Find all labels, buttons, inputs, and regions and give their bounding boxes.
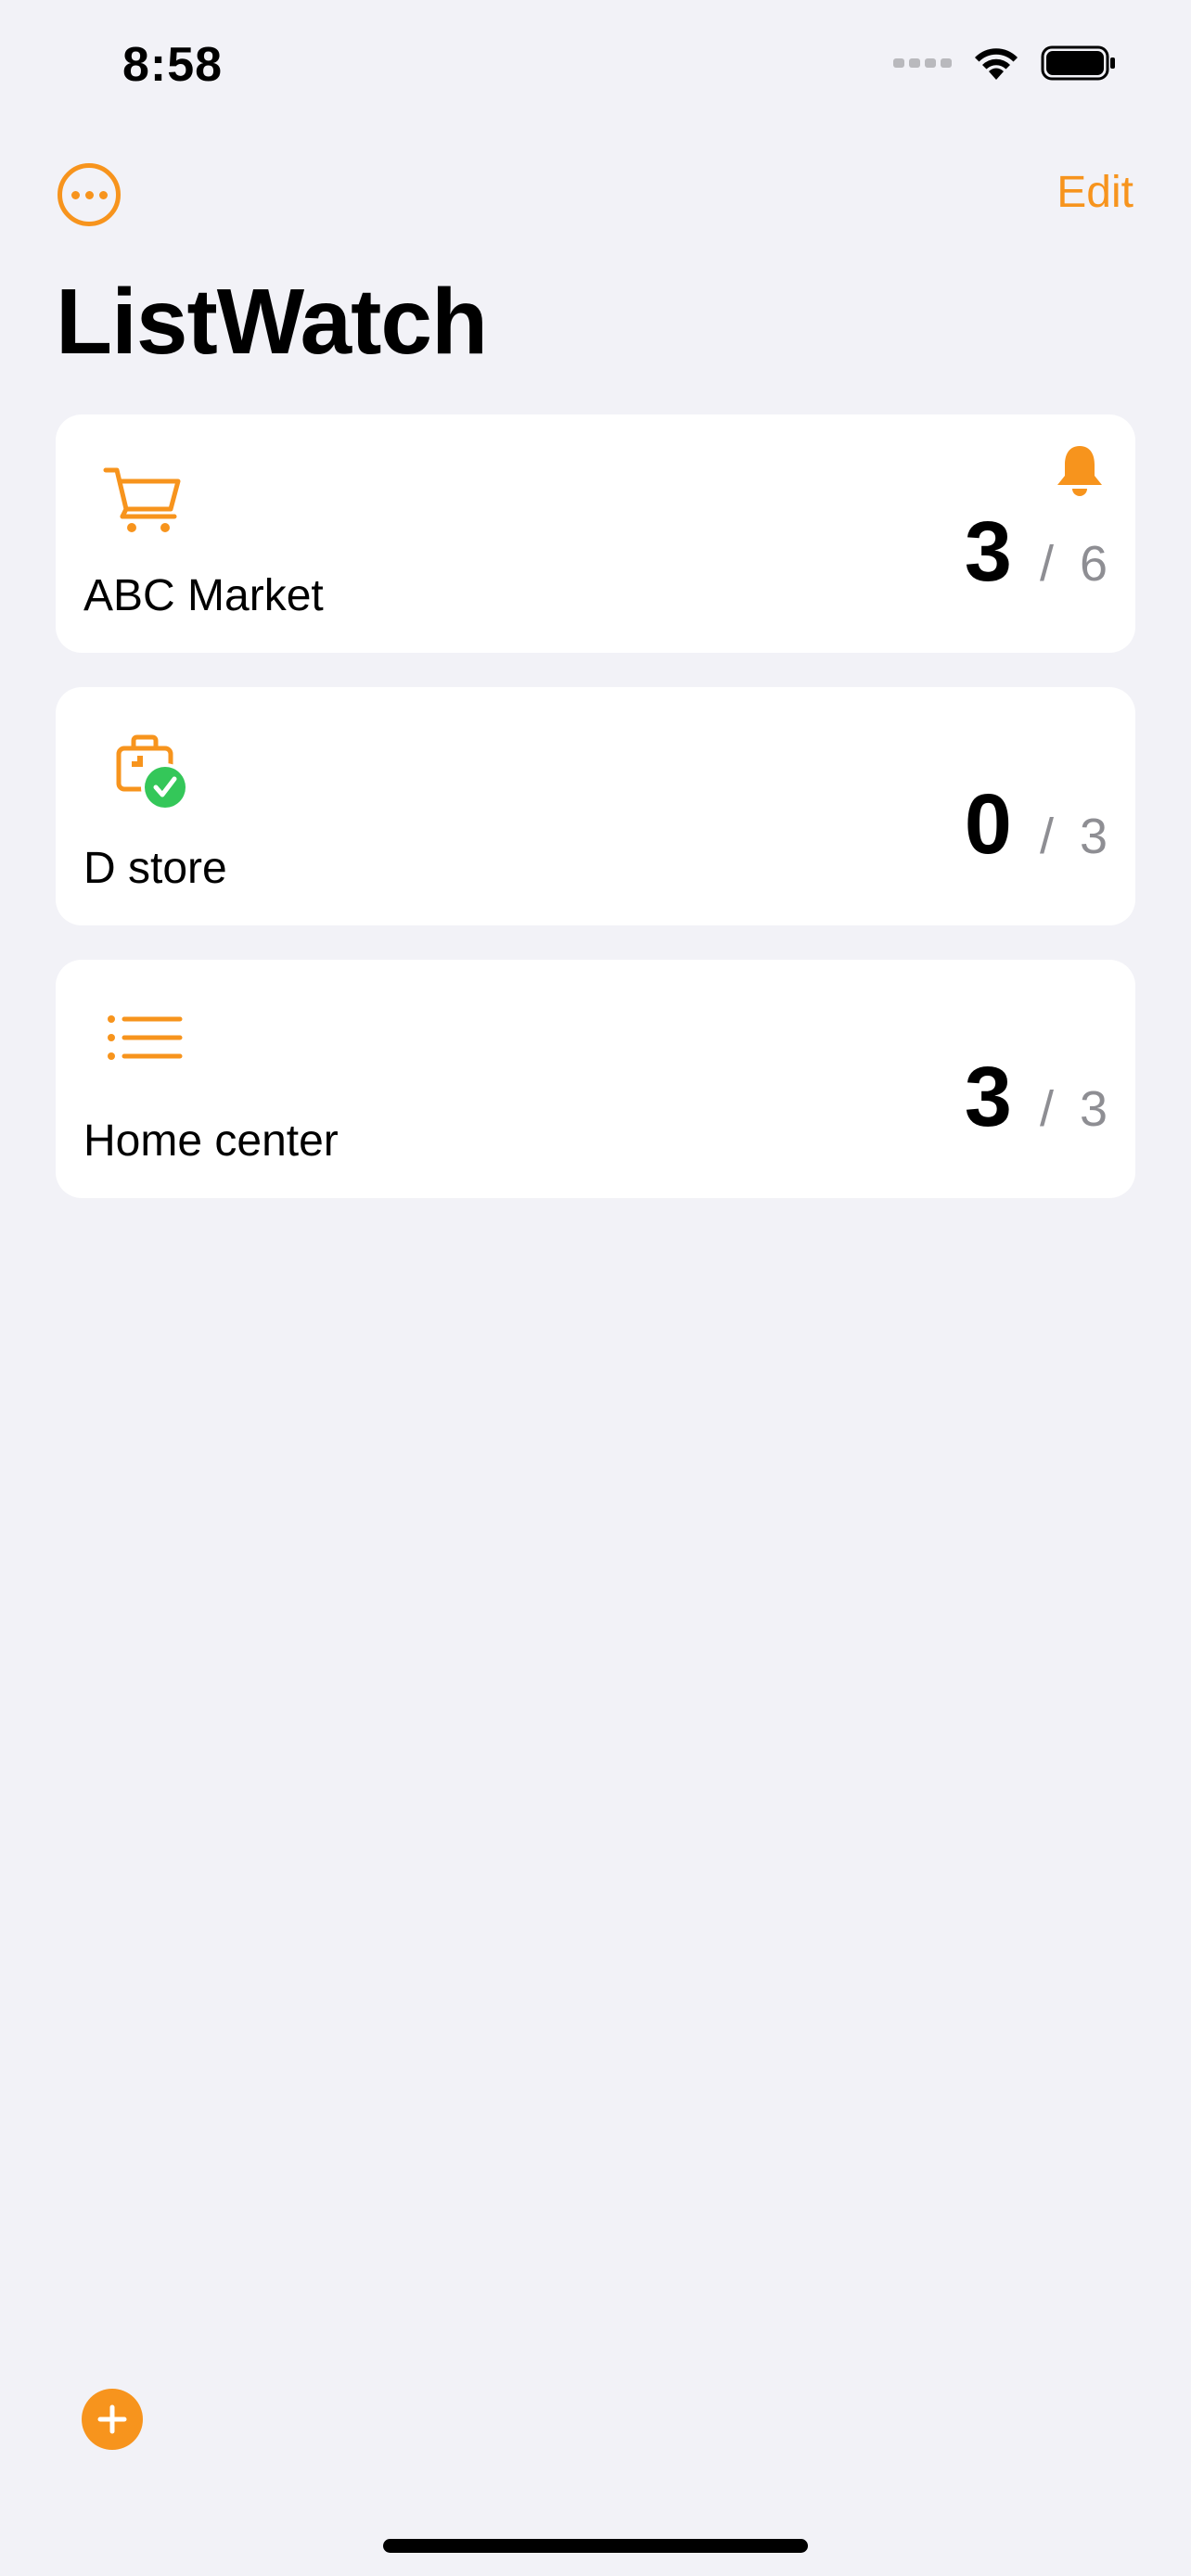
ellipsis-circle-icon bbox=[70, 190, 80, 199]
plus-circle-icon bbox=[97, 2404, 127, 2434]
cart-icon bbox=[103, 467, 181, 532]
app-screen: 8:58 Edit ListWatch ABC Market 3 / 6 D s… bbox=[0, 0, 1191, 2576]
list-name: Home center bbox=[83, 1116, 339, 1166]
total-count: 6 bbox=[1079, 536, 1108, 592]
page-title: ListWatch bbox=[56, 270, 488, 374]
list-progress: 3 / 6 bbox=[965, 504, 1108, 601]
battery-icon bbox=[1041, 45, 1115, 81]
total-count: 3 bbox=[1079, 809, 1108, 864]
done-count: 3 bbox=[964, 504, 1012, 599]
done-count: 0 bbox=[964, 777, 1012, 872]
count-separator: / bbox=[1039, 1081, 1054, 1137]
count-separator: / bbox=[1039, 536, 1054, 592]
list-progress: 3 / 3 bbox=[965, 1049, 1108, 1146]
total-count: 3 bbox=[1079, 1081, 1108, 1137]
home-indicator[interactable] bbox=[383, 2539, 808, 2553]
list-card-d-store[interactable]: D store 0 / 3 bbox=[56, 687, 1135, 925]
bell-icon bbox=[1057, 446, 1102, 496]
status-icons bbox=[893, 45, 1117, 82]
list-name: D store bbox=[83, 844, 227, 893]
list-card-abc-market[interactable]: ABC Market 3 / 6 bbox=[56, 414, 1135, 653]
edit-button[interactable]: Edit bbox=[1057, 167, 1133, 218]
list-progress: 0 / 3 bbox=[965, 776, 1108, 874]
bag-check-icon bbox=[116, 734, 189, 808]
list-collection: ABC Market 3 / 6 D store 0 / 3 Home cent… bbox=[56, 414, 1135, 1232]
add-list-button[interactable] bbox=[82, 2389, 143, 2450]
done-count: 3 bbox=[964, 1050, 1012, 1144]
count-separator: / bbox=[1039, 809, 1054, 864]
more-options-button[interactable] bbox=[58, 163, 121, 226]
wifi-icon bbox=[975, 48, 1018, 80]
status-time: 8:58 bbox=[122, 38, 224, 92]
list-card-home-center[interactable]: Home center 3 / 3 bbox=[56, 960, 1135, 1198]
list-name: ABC Market bbox=[83, 571, 324, 620]
cellular-signal-icon bbox=[893, 58, 952, 68]
list-icon bbox=[108, 1015, 183, 1060]
